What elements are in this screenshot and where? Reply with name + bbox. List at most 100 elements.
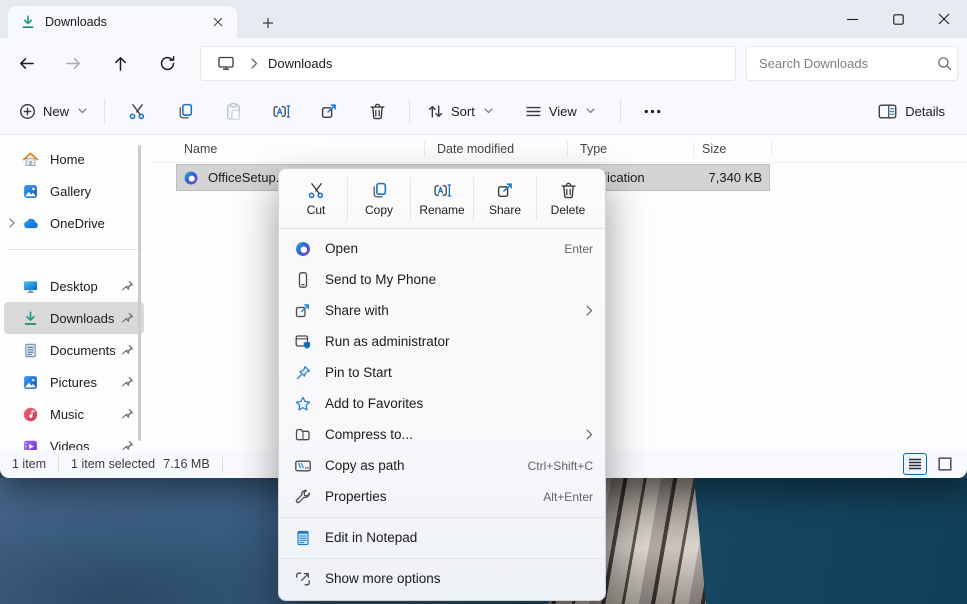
pin-icon <box>121 312 134 325</box>
menu-item-shortcut: Alt+Enter <box>543 490 593 504</box>
sidebar: Home Gallery OneDrive <box>0 135 150 450</box>
search-icon[interactable] <box>937 56 952 71</box>
maximize-button[interactable] <box>875 0 921 38</box>
sidebar-item-downloads[interactable]: Downloads <box>4 302 144 334</box>
copy-quick-action[interactable]: Copy <box>348 175 411 223</box>
view-button[interactable]: View <box>516 96 604 127</box>
large-icons-view-toggle[interactable] <box>933 453 957 475</box>
this-pc-icon[interactable] <box>217 54 235 72</box>
quick-action-label: Share <box>489 203 521 217</box>
share-quick-action[interactable]: Share <box>474 175 537 223</box>
office-setup-file-icon <box>183 170 199 186</box>
sidebar-item-videos[interactable]: Videos <box>4 430 144 450</box>
sidebar-item-home[interactable]: Home <box>4 143 144 175</box>
command-toolbar: New Sort <box>0 88 967 135</box>
column-header-size[interactable]: Size <box>694 141 772 157</box>
admin-shield-icon <box>293 333 313 351</box>
share-icon <box>293 302 313 320</box>
sidebar-item-documents[interactable]: Documents <box>4 334 144 366</box>
sidebar-item-label: Music <box>50 407 121 422</box>
details-view-toggle[interactable] <box>903 453 927 475</box>
delete-button[interactable] <box>360 94 394 128</box>
sidebar-item-music[interactable]: Music <box>4 398 144 430</box>
tab-downloads[interactable]: Downloads <box>8 6 237 38</box>
sidebar-item-desktop[interactable]: Desktop <box>4 270 144 302</box>
desktop-icon <box>22 278 39 295</box>
menu-item-properties[interactable]: Properties Alt+Enter <box>279 481 605 512</box>
pin-icon <box>121 440 134 451</box>
expand-chevron-icon[interactable] <box>4 218 20 228</box>
menu-item-label: Open <box>325 241 564 256</box>
sidebar-scrollbar[interactable] <box>138 145 141 441</box>
navigation-bar: Downloads <box>0 38 967 88</box>
rename-button[interactable] <box>264 94 298 128</box>
menu-item-add-to-favorites[interactable]: Add to Favorites <box>279 388 605 419</box>
column-header-name[interactable]: Name <box>150 141 425 157</box>
sidebar-item-gallery[interactable]: Gallery <box>4 175 144 207</box>
menu-item-label: Edit in Notepad <box>325 530 593 545</box>
up-button[interactable] <box>103 46 137 80</box>
documents-icon <box>22 342 39 359</box>
sidebar-item-pictures[interactable]: Pictures <box>4 366 144 398</box>
menu-item-show-more-options[interactable]: Show more options <box>279 563 605 594</box>
copy-button[interactable] <box>168 94 202 128</box>
new-button[interactable]: New <box>10 96 96 127</box>
quick-action-label: Rename <box>419 203 464 217</box>
rename-quick-action[interactable]: Rename <box>411 175 474 223</box>
breadcrumb-chevron-icon <box>251 58 258 69</box>
menu-item-copy-as-path[interactable]: Copy as path Ctrl+Shift+C <box>279 450 605 481</box>
address-bar[interactable]: Downloads <box>200 46 736 81</box>
menu-divider <box>280 228 604 229</box>
share-icon <box>496 181 515 200</box>
column-header-date-modified[interactable]: Date modified <box>425 141 568 157</box>
menu-item-compress-to[interactable]: Compress to... <box>279 419 605 450</box>
pin-icon <box>121 280 134 293</box>
forward-button[interactable] <box>56 46 90 80</box>
sidebar-item-label: Downloads <box>50 311 121 326</box>
share-button[interactable] <box>312 94 346 128</box>
sidebar-item-label: Gallery <box>50 184 134 199</box>
pin-to-start-icon <box>293 364 313 382</box>
sidebar-item-onedrive[interactable]: OneDrive <box>4 207 144 239</box>
delete-quick-action[interactable]: Delete <box>537 175 599 223</box>
more-options-icon[interactable] <box>636 94 670 128</box>
videos-icon <box>22 438 39 451</box>
menu-item-share-with[interactable]: Share with <box>279 295 605 326</box>
breadcrumb[interactable]: Downloads <box>268 56 332 71</box>
phone-icon <box>293 271 313 289</box>
minimize-button[interactable] <box>829 0 875 38</box>
cut-quick-action[interactable]: Cut <box>285 175 348 223</box>
sidebar-item-label: Pictures <box>50 375 121 390</box>
details-pane-button[interactable]: Details <box>868 96 955 127</box>
menu-item-send-to-my-phone[interactable]: Send to My Phone <box>279 264 605 295</box>
office-app-icon <box>293 240 313 258</box>
search-input[interactable] <box>757 55 937 72</box>
view-button-label: View <box>549 104 577 119</box>
copy-as-path-icon <box>293 457 313 475</box>
menu-item-label: Properties <box>325 489 543 504</box>
tab-close-icon[interactable] <box>207 11 229 33</box>
pin-icon <box>121 376 134 389</box>
back-button[interactable] <box>9 46 43 80</box>
compress-folder-icon <box>293 426 313 444</box>
sort-button[interactable]: Sort <box>418 96 502 127</box>
quick-actions: Cut Copy Rename Share Delete <box>279 175 605 223</box>
paste-button[interactable] <box>216 94 250 128</box>
notepad-icon <box>293 529 313 547</box>
search-box[interactable] <box>746 46 958 81</box>
menu-item-run-as-administrator[interactable]: Run as administrator <box>279 326 605 357</box>
menu-item-pin-to-start[interactable]: Pin to Start <box>279 357 605 388</box>
menu-item-shortcut: Ctrl+Shift+C <box>528 459 593 473</box>
quick-action-label: Delete <box>551 203 586 217</box>
new-tab-button[interactable] <box>256 13 280 33</box>
selection-size: 7.16 MB <box>163 457 210 471</box>
menu-item-label: Show more options <box>325 571 593 586</box>
column-header-type[interactable]: Type <box>568 141 694 157</box>
item-count: 1 item <box>12 457 46 471</box>
menu-item-edit-in-notepad[interactable]: Edit in Notepad <box>279 522 605 553</box>
cut-button[interactable] <box>120 94 154 128</box>
refresh-button[interactable] <box>150 46 184 80</box>
menu-item-open[interactable]: Open Enter <box>279 233 605 264</box>
gallery-icon <box>22 183 39 200</box>
close-button[interactable] <box>921 0 967 38</box>
